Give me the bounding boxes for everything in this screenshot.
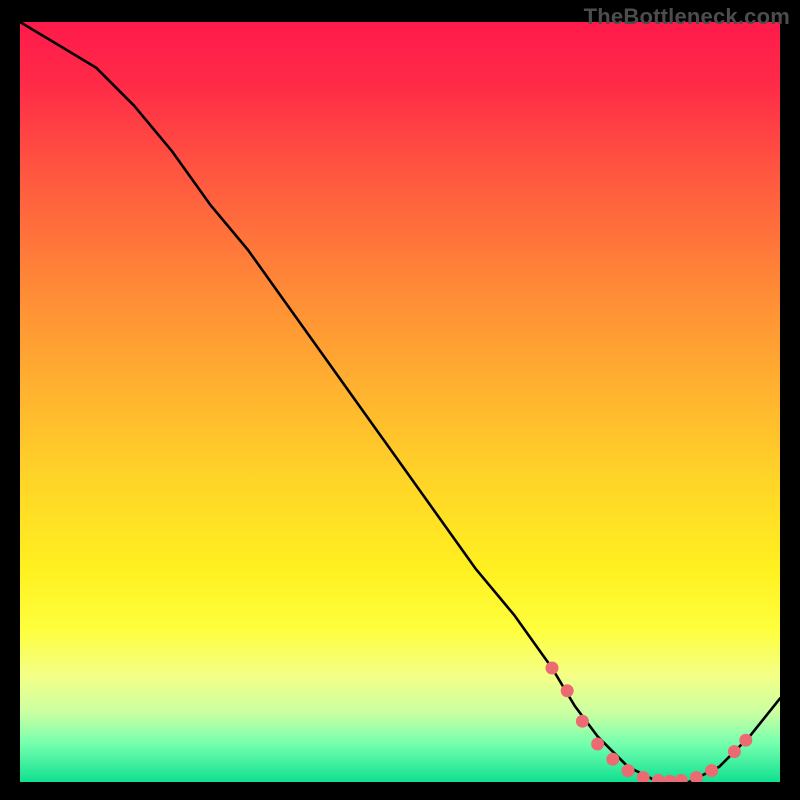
highlight-dot: [663, 775, 676, 782]
highlight-dot: [622, 764, 635, 777]
watermark-text: TheBottleneck.com: [584, 4, 790, 30]
highlight-dot: [606, 753, 619, 766]
highlight-dot: [652, 774, 665, 782]
highlight-dot: [705, 764, 718, 777]
bottleneck-curve: [20, 22, 780, 782]
highlight-dot: [728, 745, 741, 758]
highlight-dot: [561, 684, 574, 697]
plot-area: [20, 22, 780, 782]
highlight-dot: [675, 774, 688, 782]
highlight-dot: [690, 771, 703, 782]
curve-layer: [20, 22, 780, 782]
highlight-dot: [546, 662, 559, 675]
highlight-dot: [739, 734, 752, 747]
highlight-dot: [576, 715, 589, 728]
highlight-dot: [591, 738, 604, 751]
chart-frame: TheBottleneck.com: [0, 0, 800, 800]
